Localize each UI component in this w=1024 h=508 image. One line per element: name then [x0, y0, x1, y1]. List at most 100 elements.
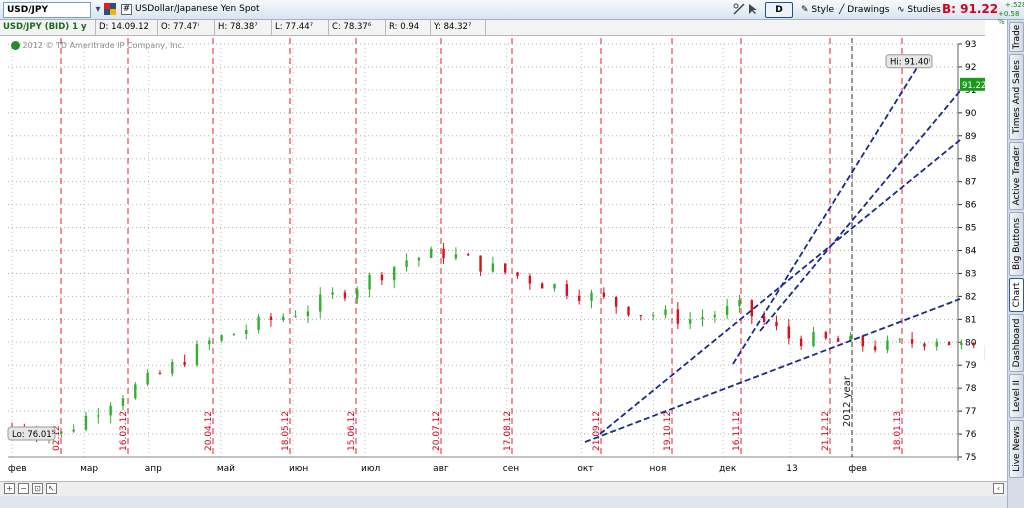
candle-body [368, 274, 371, 290]
candle-body [380, 274, 384, 281]
tab-times-and-sales[interactable]: Times And Sales [1009, 54, 1024, 140]
candle-body [306, 311, 310, 317]
y-tick-label: 75 [965, 453, 976, 463]
candle-body [923, 343, 926, 347]
ohlc-info-bar: USD/JPY (BID) 1 y D D: 14.09.12 O: 77.47… [0, 20, 985, 47]
y-tick-label: 82 [965, 292, 976, 302]
y-tick-label: 79 [965, 361, 977, 371]
x-tick-label: дек [719, 464, 737, 474]
candle-body [750, 299, 754, 317]
info-y: Y: 84.32⁷ [431, 20, 486, 35]
y-tick-label: 92 [965, 63, 976, 73]
tab-times-and-sales-label: Times And Sales [1011, 60, 1022, 134]
y-tick-label: 85 [965, 224, 976, 234]
candle-body [146, 372, 149, 385]
candle-body [479, 255, 482, 272]
candle-body [947, 341, 951, 345]
studies-button[interactable]: ∿ Studies [893, 2, 945, 18]
copyright-label: 2012 © TD Ameritrade IP Company, Inc. [22, 41, 185, 50]
tab-live-news-label: Live News [1011, 426, 1022, 472]
candle-body [183, 361, 186, 366]
x-tick-label: ноя [649, 464, 666, 474]
drawings-label: Drawings [847, 5, 890, 15]
candle-body [158, 372, 162, 374]
zoom-out-icon[interactable]: − [18, 483, 29, 494]
y-tick-label: 87 [965, 178, 976, 188]
candle-body [824, 332, 827, 339]
candle-body [331, 292, 334, 295]
thinkorswim-chart-window: USD/JPY ▾ # USDollar/Japanese Yen Spot D… [0, 0, 1024, 508]
candle-body [504, 263, 507, 273]
tab-big-buttons-label: Big Buttons [1011, 217, 1022, 271]
candle-body [121, 398, 125, 406]
info-low: L: 77.44⁷ [272, 20, 329, 35]
chart-scrollbar[interactable] [0, 496, 1008, 508]
info-close: C: 78.37⁶ [329, 20, 386, 35]
info-range: R: 0.94 [386, 20, 431, 35]
description-checkbox-icon[interactable]: # [121, 4, 132, 15]
symbol-description: USDollar/Japanese Yen Spot [135, 4, 260, 14]
price-chart[interactable]: 75 76 77 78 79 80 81 82 83 84 85 86 87 88 89 90 91 92 93 фе… [0, 36, 985, 481]
zoom-fit-icon[interactable]: ⊡ [32, 483, 43, 494]
candle-body [553, 284, 556, 289]
x-tick-label: фев [8, 464, 27, 474]
x-tick-label: июн [289, 464, 308, 474]
candle-body [651, 315, 655, 317]
symbol-dropdown-icon[interactable]: ▾ [92, 3, 104, 16]
candle-body [540, 283, 544, 289]
x-tick-label: июл [361, 464, 380, 474]
tab-trade[interactable]: Trade [1009, 22, 1024, 52]
candle-body [799, 338, 803, 347]
symbol-input[interactable]: USD/JPY [3, 2, 91, 18]
style-button[interactable]: ✎ Style [797, 2, 838, 18]
event-date-label: 17.08.12 [503, 411, 513, 451]
candle-body [491, 263, 495, 272]
candle-body [294, 316, 297, 318]
candle-body [676, 309, 680, 324]
candle-body [245, 329, 248, 334]
candle-body [627, 306, 630, 316]
x-tick-label: окт [577, 464, 593, 474]
event-date-label: 16.03.12 [119, 411, 129, 451]
scroll-left-icon[interactable]: ‹ [993, 483, 1004, 494]
tab-level-ii[interactable]: Level II [1009, 374, 1024, 418]
net-change: +.528 [1005, 1, 1024, 9]
candle-body [97, 415, 100, 417]
tab-chart[interactable]: Chart [1009, 278, 1024, 312]
candle-body [319, 294, 322, 312]
candle-body [269, 316, 273, 320]
zoom-in-icon[interactable]: + [4, 483, 15, 494]
tab-active-trader-label: Active Trader [1011, 146, 1022, 206]
tab-dashboard[interactable]: Dashboard [1009, 314, 1024, 372]
y-tick-label: 77 [965, 407, 976, 417]
candle-body [232, 333, 236, 336]
tab-live-news[interactable]: Live News [1009, 420, 1024, 478]
drawing-tools-icon[interactable] [733, 3, 745, 16]
candle-body [516, 272, 519, 276]
info-date: D: 14.09.12 [96, 20, 158, 35]
event-date-label: 20.07.12 [432, 411, 442, 451]
year-marker-label: 2012 year [842, 375, 853, 427]
x-tick-label: фев [848, 464, 867, 474]
cursor-tools-icon[interactable] [747, 3, 759, 16]
link-color-icon[interactable] [104, 3, 116, 16]
chart-canvas[interactable]: 75767778798081828384858687888990919293фе… [0, 36, 985, 481]
tab-dashboard-label: Dashboard [1011, 318, 1022, 368]
candle-body [836, 338, 840, 342]
study-toggle-icon[interactable] [11, 41, 20, 50]
candle-body [220, 335, 223, 341]
candle-body [282, 316, 285, 320]
candle-body [886, 340, 889, 351]
drawings-button[interactable]: ╱ Drawings [835, 2, 893, 18]
studies-label: Studies [907, 5, 941, 15]
last-price-label: 91.22¹ [962, 81, 985, 91]
pan-icon[interactable]: ↖ [46, 483, 57, 494]
candle-body [356, 289, 359, 299]
tab-active-trader[interactable]: Active Trader [1009, 142, 1024, 210]
studies-icon: ∿ [897, 5, 905, 15]
candle-body [602, 292, 606, 297]
tab-big-buttons[interactable]: Big Buttons [1009, 212, 1024, 276]
aggregation-period-button[interactable]: D [765, 2, 793, 18]
y-tick-label: 78 [965, 384, 977, 394]
y-tick-label: 80 [965, 338, 977, 348]
